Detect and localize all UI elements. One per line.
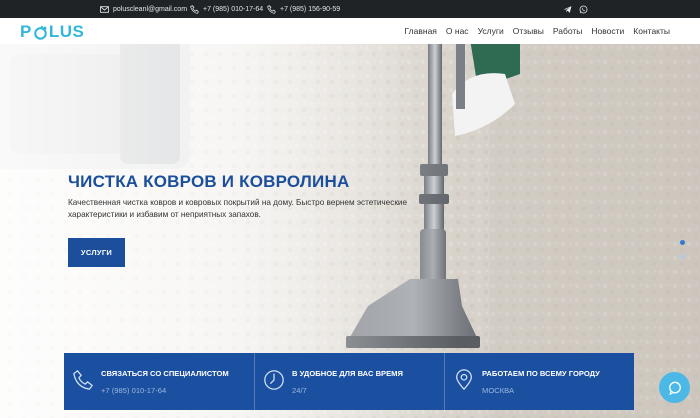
hero-title: ЧИСТКА КОВРОВ И КОВРОЛИНА — [68, 172, 350, 191]
site-header: P LUS Главная О нас Услуги Отзывы Работы… — [0, 18, 700, 44]
feature-subtitle[interactable]: +7 (985) 010-17-64 — [101, 386, 166, 395]
logo-letters-lus: LUS — [48, 22, 85, 41]
email-text: poluscleanl@gmail.com — [113, 5, 188, 13]
logo-letter-p: P — [20, 22, 32, 41]
logo-bubbles-icon — [34, 25, 47, 40]
main-nav: Главная О нас Услуги Отзывы Работы Новос… — [405, 18, 670, 44]
telegram-icon[interactable] — [563, 5, 572, 14]
feature-subtitle: 24/7 — [292, 386, 307, 395]
phone-text-1: +7 (985) 010-17-64 — [203, 5, 264, 13]
features-bar: СВЯЗАТЬСЯ СО СПЕЦИАЛИСТОМ +7 (985) 010-1… — [64, 353, 634, 410]
email-contact[interactable]: poluscleanl@gmail.com — [100, 0, 187, 18]
feature-contact-specialist: СВЯЗАТЬСЯ СО СПЕЦИАЛИСТОМ +7 (985) 010-1… — [64, 353, 254, 410]
whatsapp-icon[interactable] — [579, 5, 588, 14]
services-button[interactable]: УСЛУГИ — [68, 238, 125, 267]
logo[interactable]: P LUS — [20, 22, 84, 42]
nav-item-contacts[interactable]: Контакты — [633, 26, 670, 36]
feature-title: СВЯЗАТЬСЯ СО СПЕЦИАЛИСТОМ — [101, 369, 229, 378]
phone-icon — [190, 4, 199, 14]
feature-title: РАБОТАЕМ ПО ВСЕМУ ГОРОДУ — [482, 369, 600, 378]
slider-pagination — [680, 240, 685, 259]
slider-dot-2[interactable] — [680, 254, 685, 259]
nav-item-services[interactable]: Услуги — [478, 26, 504, 36]
feature-title: В УДОБНОЕ ДЛЯ ВАС ВРЕМЯ — [292, 369, 403, 378]
social-links — [563, 0, 588, 18]
nav-item-news[interactable]: Новости — [591, 26, 624, 36]
phone-icon — [267, 4, 276, 14]
nav-item-works[interactable]: Работы — [553, 26, 583, 36]
feature-whole-city: РАБОТАЕМ ПО ВСЕМУ ГОРОДУ МОСКВА — [444, 353, 634, 410]
top-contact-bar: poluscleanl@gmail.com +7 (985) 010-17-64… — [0, 0, 700, 18]
feature-subtitle: МОСКВА — [482, 386, 515, 395]
phone-contact-1[interactable]: +7 (985) 010-17-64 — [190, 0, 263, 18]
nav-item-home[interactable]: Главная — [405, 26, 437, 36]
chat-bubble-icon — [668, 381, 681, 395]
feature-convenient-time: В УДОБНОЕ ДЛЯ ВАС ВРЕМЯ 24/7 — [254, 353, 444, 410]
email-icon — [100, 5, 109, 13]
phone-text-2: +7 (985) 156-90-59 — [280, 5, 341, 13]
hero-description: Качественная чистка ковров и ковровых по… — [68, 198, 408, 219]
location-pin-icon — [456, 369, 472, 391]
phone-icon — [73, 370, 93, 390]
nav-item-reviews[interactable]: Отзывы — [513, 26, 544, 36]
slider-dot-1[interactable] — [680, 240, 685, 245]
chat-widget-button[interactable] — [659, 372, 690, 403]
clock-icon — [264, 370, 284, 390]
nav-item-about[interactable]: О нас — [446, 26, 469, 36]
phone-contact-2[interactable]: +7 (985) 156-90-59 — [267, 0, 340, 18]
